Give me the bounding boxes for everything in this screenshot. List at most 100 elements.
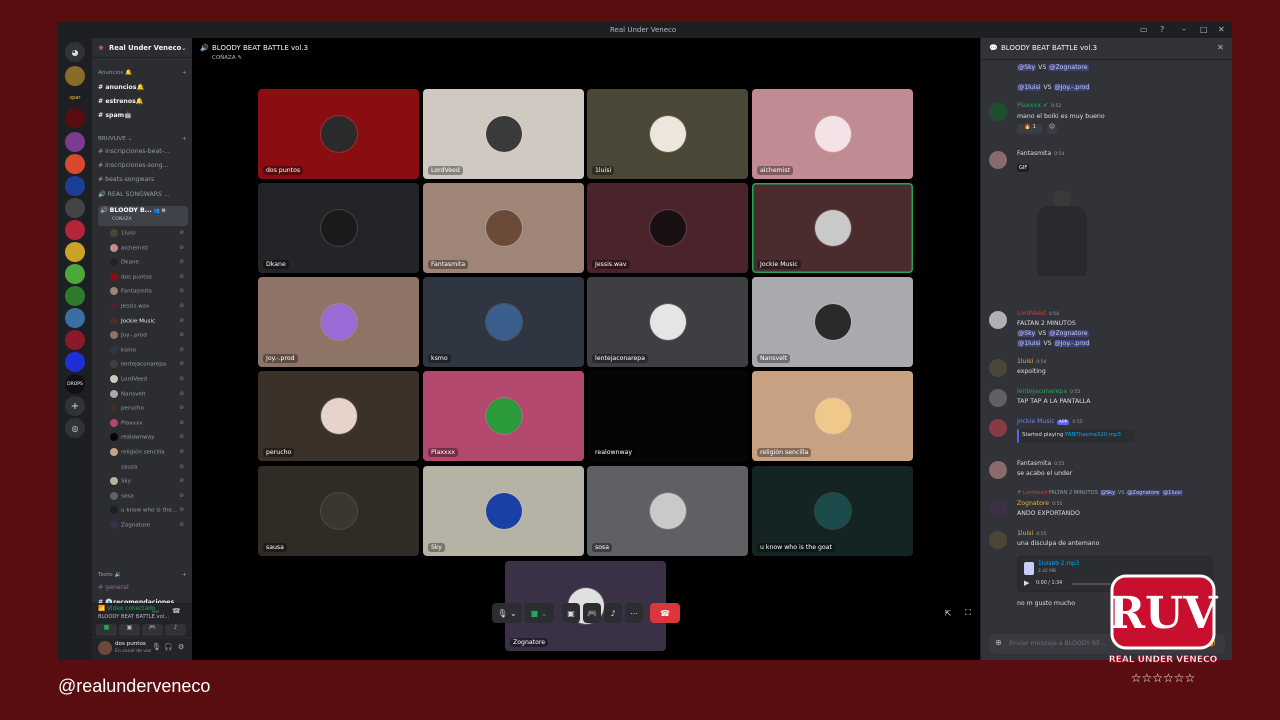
popout-icon[interactable]: ⇱	[940, 603, 956, 623]
microphone-icon[interactable]: 🎙	[152, 643, 161, 651]
mention[interactable]: @Joy.-.prod	[1053, 340, 1091, 347]
voice-member[interactable]: Zognatore ⊘	[110, 521, 186, 532]
reaction[interactable]: 🔥 1	[1017, 124, 1043, 134]
voice-member[interactable]: sosa ⊘	[110, 491, 186, 503]
avatar[interactable]	[989, 389, 1007, 407]
avatar[interactable]	[989, 359, 1007, 377]
avatar[interactable]	[989, 311, 1007, 329]
video-tile[interactable]: Joy.-.prod	[258, 277, 419, 367]
video-tile[interactable]: Dkane	[258, 183, 419, 273]
voice-member[interactable]: perucho ⊘	[110, 404, 186, 415]
channel-inscripciones-beat[interactable]: # inscripciones-beat-...	[98, 148, 188, 159]
add-reaction-icon[interactable]: ☺	[1047, 124, 1057, 134]
message-author[interactable]: 1luisi 0:55	[1017, 530, 1047, 537]
close-window-icon[interactable]: ✕	[1218, 25, 1225, 34]
voice-member[interactable]: LordVeed ⊘	[110, 375, 186, 386]
settings-gear-icon[interactable]: ⚙	[178, 643, 184, 651]
avatar[interactable]	[989, 419, 1007, 437]
mention[interactable]: @Joy.-.prod	[1053, 84, 1091, 91]
activity-icon[interactable]: 🎮	[583, 603, 601, 623]
server-icon[interactable]	[65, 176, 85, 196]
channel-estrenos[interactable]: # estrenos🔔	[98, 97, 188, 108]
video-tile[interactable]: perucho	[258, 371, 419, 461]
server-icon[interactable]	[65, 264, 85, 284]
category-texto[interactable]: Texto 🔉	[98, 572, 121, 578]
add-channel-icon[interactable]: +	[182, 572, 187, 578]
video-tile[interactable]: religión sencilla	[752, 371, 913, 461]
disconnect-icon[interactable]: ☎	[172, 607, 181, 615]
category-anuncios[interactable]: Anuncios 🔔	[98, 70, 132, 76]
voice-member[interactable]: Jockie Music ⊘	[110, 316, 186, 328]
category-bruvlive[interactable]: BRUVLIVE ⌄	[98, 136, 132, 142]
channel-anuncios[interactable]: # anuncios🔔	[98, 83, 188, 94]
server-icon[interactable]: DROPS	[65, 374, 85, 394]
server-icon[interactable]	[65, 308, 85, 328]
microphone-button[interactable]: 🎙 ⌄	[492, 603, 522, 623]
video-tile[interactable]: LordVeed	[423, 89, 584, 179]
mention[interactable]: @1luisi	[1017, 340, 1042, 347]
inbox-icon[interactable]: ▭	[1140, 25, 1148, 34]
activities-button[interactable]: 🎮	[142, 624, 163, 636]
mention[interactable]: @Zognatore	[1048, 64, 1089, 71]
video-tile[interactable]: realownway	[587, 371, 748, 461]
more-options-icon[interactable]: ⋯	[625, 603, 643, 623]
video-tile[interactable]: Jockie Music	[752, 183, 913, 273]
add-server-icon[interactable]: +	[65, 396, 85, 416]
headphones-icon[interactable]: 🎧	[164, 643, 173, 651]
voice-member[interactable]: Jessis.wav ⊘	[110, 302, 186, 313]
voice-member[interactable]: alchemist ⊘	[110, 243, 186, 255]
avatar[interactable]	[98, 641, 112, 655]
server-icon[interactable]: spar	[65, 88, 85, 108]
avatar[interactable]	[989, 499, 1007, 517]
server-icon[interactable]	[65, 154, 85, 174]
play-icon[interactable]: ▶	[1024, 579, 1029, 587]
video-tile[interactable]: lentejaconarepa	[587, 277, 748, 367]
channel-spam[interactable]: # spam🤖	[98, 111, 188, 122]
voice-channel-bloody-beat[interactable]: 🔊 BLOODY B... 👥 ⚙ COÑAZA	[98, 206, 188, 226]
video-tile[interactable]: Jessis.wav	[587, 183, 748, 273]
mention[interactable]: @1luisi	[1017, 84, 1042, 91]
message-author[interactable]: Jockie Music APP 0:55	[1017, 418, 1083, 425]
channel-general[interactable]: # general	[98, 584, 188, 595]
video-tile[interactable]: alchemist	[752, 89, 913, 179]
voice-member[interactable]: sausa ⊘	[110, 462, 186, 474]
message-author[interactable]: Plaxxxx ✔ 0:52	[1017, 102, 1061, 109]
screen-share-button[interactable]: ▣	[119, 624, 140, 636]
server-icon[interactable]	[65, 220, 85, 240]
server-icon[interactable]	[65, 198, 85, 218]
server-header[interactable]: ❀ Real Under Veneco ⌄	[92, 38, 192, 58]
discover-icon[interactable]: ◎	[65, 418, 85, 438]
server-icon[interactable]	[65, 286, 85, 306]
soundboard-icon[interactable]: ♪	[604, 603, 622, 623]
video-tile[interactable]: dos puntos	[258, 89, 419, 179]
voice-member[interactable]: Dkane ⊘	[110, 258, 186, 269]
voice-member[interactable]: u know who is the... ⊘	[110, 506, 186, 517]
server-icon[interactable]	[65, 132, 85, 152]
discord-home-icon[interactable]: ◕	[65, 42, 85, 62]
video-tile[interactable]: Plaxxxx	[423, 371, 584, 461]
mention[interactable]: @Sky	[1017, 330, 1037, 337]
channel-real-songwars[interactable]: 🔊 REAL SONGWARS ...	[98, 190, 188, 201]
screen-share-icon[interactable]: ▣	[562, 603, 580, 623]
add-channel-icon[interactable]: +	[182, 70, 187, 76]
file-name[interactable]: 1luisbb 2.mp3	[1038, 561, 1079, 567]
voice-member[interactable]: 1luisi ⊘	[110, 229, 186, 240]
close-icon[interactable]: ✕	[1217, 43, 1224, 52]
video-tile[interactable]: Nansvelt	[752, 277, 913, 367]
mention[interactable]: @Sky	[1017, 64, 1037, 71]
help-icon[interactable]: ?	[1160, 25, 1164, 34]
video-tile[interactable]: 1luisi	[587, 89, 748, 179]
fullscreen-icon[interactable]: ⛶	[960, 603, 976, 623]
video-tile[interactable]: sosa	[587, 466, 748, 556]
channel-beats-songwars[interactable]: # beats-songwars	[98, 176, 188, 187]
avatar[interactable]	[989, 151, 1007, 169]
minimize-icon[interactable]: –	[1182, 25, 1186, 34]
camera-button[interactable]: ■	[96, 624, 117, 636]
channel-inscripciones-song[interactable]: # inscripciones-song...	[98, 162, 188, 173]
avatar[interactable]	[989, 461, 1007, 479]
message-author[interactable]: Fantasmita 0:54	[1017, 150, 1064, 157]
message-author[interactable]: LordVeed 0:54	[1017, 310, 1059, 317]
video-tile[interactable]: ksmo	[423, 277, 584, 367]
message-author[interactable]: 1luisi 0:54	[1017, 358, 1047, 365]
add-attachment-icon[interactable]: ⊕	[995, 638, 1002, 647]
